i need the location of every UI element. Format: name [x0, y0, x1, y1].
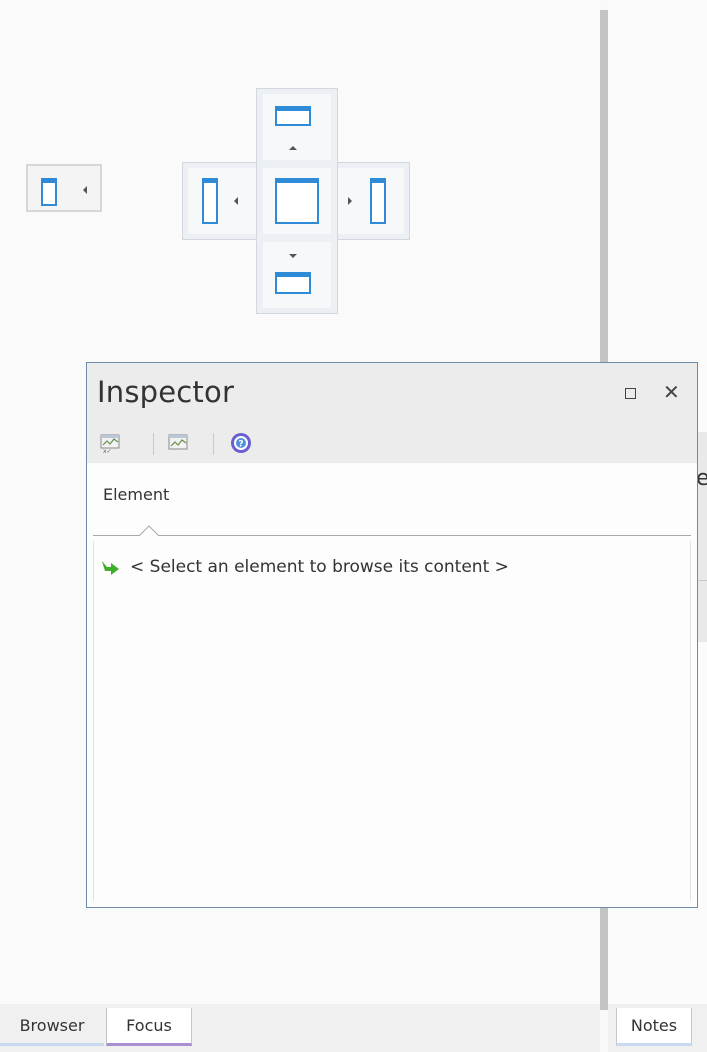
toolbar-separator [213, 433, 214, 455]
dock-window-icon [41, 178, 57, 206]
placeholder-row: < Select an element to browse its conten… [100, 557, 509, 577]
help-icon[interactable]: ? [229, 431, 253, 455]
svg-text:?: ? [238, 440, 243, 450]
dock-left-target[interactable] [188, 168, 256, 234]
tab-element[interactable]: Element [103, 485, 169, 504]
tab-browser[interactable]: Browser [0, 1008, 104, 1046]
inspector-window[interactable]: Inspector ✕ x✓ ? Element < Select an ele… [86, 362, 698, 908]
inspector-toolbar: x✓ ? [87, 423, 697, 463]
inspector-content: < Select an element to browse its conten… [93, 541, 691, 901]
maximize-icon[interactable] [625, 388, 636, 399]
tab-notes[interactable]: Notes [616, 1008, 692, 1046]
close-icon[interactable]: ✕ [663, 382, 680, 402]
dock-right-target[interactable] [338, 168, 404, 234]
placeholder-text: < Select an element to browse its conten… [130, 557, 509, 577]
dock-window-icon [370, 178, 386, 224]
tab-focus[interactable]: Focus [106, 1008, 192, 1046]
inspector-titlebar[interactable]: Inspector ✕ [87, 363, 697, 423]
inspector-tabs: Element [93, 463, 691, 541]
arrow-right-icon [348, 197, 352, 205]
dock-window-icon [275, 106, 311, 126]
element-props-icon[interactable]: x✓ [99, 431, 123, 455]
green-arrow-icon [102, 561, 119, 575]
dock-top-target[interactable] [263, 94, 331, 160]
arrow-down-icon [289, 254, 297, 258]
svg-text:x✓: x✓ [103, 448, 112, 455]
arrow-left-icon [234, 197, 238, 205]
dock-left-outer-target[interactable] [26, 164, 102, 212]
tab-indicator-icon [139, 525, 159, 537]
arrow-up-icon [289, 146, 297, 150]
dock-bottom-target[interactable] [263, 242, 331, 308]
dock-center-target[interactable] [263, 168, 331, 234]
tab-underline [93, 535, 691, 536]
toolbar-separator [153, 433, 154, 455]
arrow-left-icon [83, 186, 87, 194]
diagram-props-icon[interactable] [167, 431, 191, 455]
dock-window-icon [275, 178, 319, 224]
dock-window-icon [202, 178, 218, 224]
inspector-title: Inspector [97, 375, 235, 409]
dock-window-icon [275, 272, 311, 294]
